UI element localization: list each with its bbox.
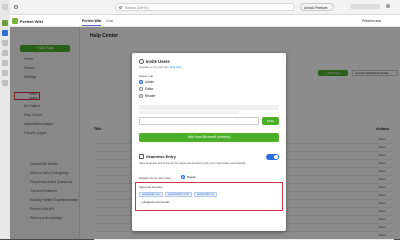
- request-domain-label: Request new domain: [143, 200, 170, 204]
- toggle-knob: [274, 155, 278, 159]
- unlock-premium-button[interactable]: Unlock Premium: [300, 3, 334, 11]
- unlock-label: Unlock Premium: [304, 6, 328, 10]
- tab-icon[interactable]: [2, 50, 8, 56]
- tab-chat[interactable]: Chat: [106, 19, 113, 23]
- browser-side-rail: [0, 0, 10, 239]
- back-icon[interactable]: [14, 5, 18, 9]
- invite-users-modal: Invite Users Available on the paid plan …: [132, 53, 286, 231]
- entry-icon: [139, 154, 144, 159]
- seamless-entry-toggle[interactable]: [266, 154, 279, 160]
- default-role-label: Default role for new users:: [139, 176, 172, 180]
- user-add-icon: [139, 59, 144, 64]
- perfect-wiki-logo-icon: [12, 18, 18, 24]
- domain-label: perfectwiki.xyz: [197, 193, 214, 196]
- modal-subtitle: Available on the paid plan: [139, 66, 169, 69]
- tab-icon[interactable]: [2, 80, 8, 86]
- add-from-directory-button[interactable]: Add from Microsoft directory: [139, 133, 279, 142]
- role-description: [139, 111, 239, 114]
- domain-tag[interactable]: perfectwikiinc.com: [164, 192, 193, 197]
- search-icon: [119, 5, 122, 9]
- domain-label: perfectwikiinc.com: [167, 193, 190, 196]
- radio-icon: [139, 87, 143, 92]
- teams-icon[interactable]: [2, 30, 8, 36]
- tab-icon[interactable]: [2, 70, 8, 76]
- present-now-button[interactable]: Present now: [362, 19, 381, 23]
- address-bar[interactable]: Search (Ctrl+E): [115, 3, 295, 11]
- role-editor-radio[interactable]: Editor: [139, 87, 154, 92]
- role-label: Reader: [145, 94, 156, 98]
- role-admin-radio[interactable]: Admin: [139, 80, 155, 85]
- tab-icon[interactable]: [2, 40, 8, 46]
- approved-domains-label: Approved domains:: [139, 185, 164, 189]
- role-label: Admin: [145, 80, 155, 84]
- browser-toolbar: Search (Ctrl+E) Unlock Premium: [10, 0, 400, 15]
- radio-icon: [181, 175, 185, 180]
- default-role-value: Reader: [187, 175, 197, 179]
- modal-title: Invite Users: [146, 59, 170, 64]
- domain-label: perfectwiki.com: [142, 193, 160, 196]
- domain-tag[interactable]: perfectwiki.com: [139, 192, 163, 197]
- find-more-link[interactable]: Find more: [170, 66, 182, 69]
- tab-icon[interactable]: [2, 60, 8, 66]
- tab-perfect-wiki[interactable]: Perfect Wiki: [82, 19, 102, 26]
- invite-email-input[interactable]: [139, 117, 259, 125]
- address-text: Search (Ctrl+E): [125, 5, 149, 10]
- role-description: [139, 105, 279, 110]
- invite-button[interactable]: Invite: [262, 117, 279, 125]
- seamless-entry-title: Seamless Entry: [146, 154, 176, 159]
- app-header: Perfect Wiki Perfect Wiki Chat Present n…: [10, 15, 400, 27]
- tab-actions-icon[interactable]: [2, 4, 8, 10]
- app-brand: Perfect Wiki: [20, 18, 43, 24]
- app-icon[interactable]: [2, 20, 8, 26]
- role-label: Editor: [145, 87, 154, 91]
- domain-tag[interactable]: perfectwiki.xyz: [194, 192, 217, 197]
- approved-domains-box: Approved domains: perfectwiki.com perfect…: [135, 182, 283, 211]
- select-role-label: Select role: [139, 74, 154, 78]
- request-new-domain-button[interactable]: + Request new domain: [141, 200, 170, 204]
- role-reader-radio[interactable]: Reader: [139, 94, 156, 99]
- radio-icon: [139, 94, 143, 99]
- seamless-entry-description: Allow all people with accounts from appr…: [139, 162, 247, 165]
- avatar[interactable]: [386, 4, 390, 8]
- radio-icon: [139, 80, 143, 85]
- profile-chip[interactable]: [350, 4, 380, 9]
- domain-tags: perfectwiki.com perfectwikiinc.com perfect…: [139, 191, 219, 197]
- default-role-select[interactable]: Reader: [181, 175, 197, 180]
